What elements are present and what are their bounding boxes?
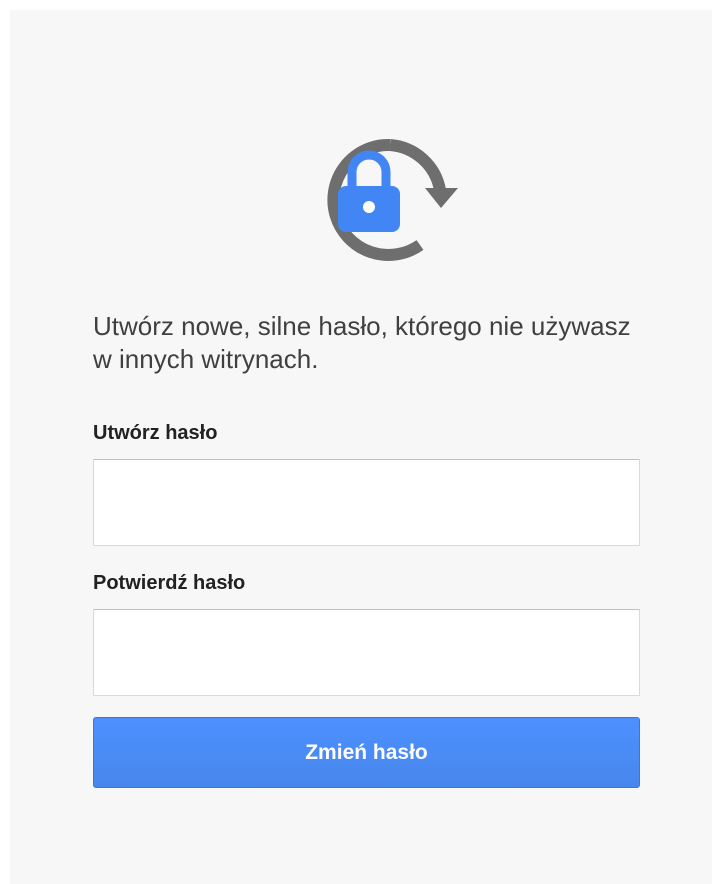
confirm-password-label: Potwierdź hasło [93,572,246,594]
create-password-label: Utwórz hasło [93,422,218,444]
confirm-password-input[interactable] [93,609,640,696]
lock-refresh-icon [290,110,470,270]
change-password-button[interactable]: Zmień hasło [93,717,640,788]
instruction-text: Utwórz nowe, silne hasło, którego nie uż… [93,311,631,374]
create-password-input[interactable] [93,459,640,546]
password-change-card: Utwórz nowe, silne hasło, którego nie uż… [10,10,712,884]
